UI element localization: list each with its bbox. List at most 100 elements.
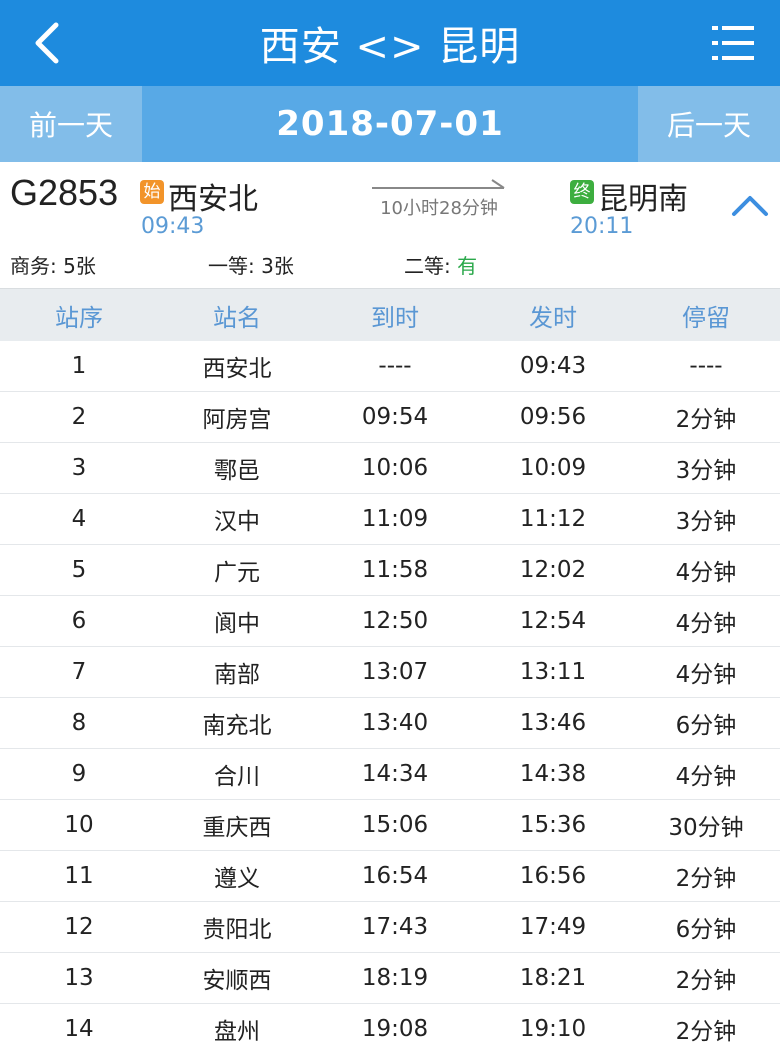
stop-duration: 3分钟 <box>675 458 737 484</box>
stop-duration: 2分钟 <box>675 968 737 994</box>
stop-station: 汉中 <box>214 509 260 535</box>
stop-arrival: 16:54 <box>361 863 429 889</box>
stop-seq: 1 <box>71 353 87 379</box>
stop-duration: 30分钟 <box>668 815 744 841</box>
seat-count: 3张 <box>261 254 294 278</box>
column-header-stop: 停留 <box>682 303 730 332</box>
stop-arrival: ---- <box>378 353 412 379</box>
date-bar: 前一天 2018-07-01 后一天 <box>0 86 780 162</box>
train-summary: G2853 始 西安北 09:43 10小时28分钟 终 昆明南 20:11 商… <box>0 162 780 288</box>
stop-station: 鄠邑 <box>214 458 260 484</box>
train-detail-screen: 西安 <> 昆明 前一天 2018-07-01 后一天 G2853 始 西安北 … <box>0 0 780 1054</box>
stop-duration: 4分钟 <box>675 662 737 688</box>
stop-seq: 7 <box>71 659 87 685</box>
stop-station: 合川 <box>214 764 260 790</box>
stop-station: 遵义 <box>214 866 260 892</box>
table-header: 站序 站名 到时 发时 停留 <box>0 288 780 341</box>
column-header-station: 站名 <box>213 303 261 332</box>
menu-button[interactable] <box>708 16 758 70</box>
seat-label: 商务: <box>10 254 64 278</box>
stop-arrival: 14:34 <box>361 761 429 787</box>
stop-arrival: 10:06 <box>361 455 429 481</box>
table-row: 8 南充北 13:40 13:46 6分钟 <box>0 698 780 749</box>
stop-station: 盘州 <box>214 1019 260 1045</box>
stop-station: 阿房宫 <box>202 407 272 433</box>
stop-departure: 13:46 <box>519 710 587 736</box>
seat-label: 一等: <box>208 254 262 278</box>
table-row: 10 重庆西 15:06 15:36 30分钟 <box>0 800 780 851</box>
stop-departure: 16:56 <box>519 863 587 889</box>
table-row: 6 阆中 12:50 12:54 4分钟 <box>0 596 780 647</box>
stop-arrival: 11:58 <box>361 557 429 583</box>
seat-business: 商务: 5张 <box>10 250 96 279</box>
stop-station: 阆中 <box>214 611 260 637</box>
table-row: 7 南部 13:07 13:11 4分钟 <box>0 647 780 698</box>
stop-seq: 8 <box>71 710 87 736</box>
stop-departure: 09:43 <box>519 353 587 379</box>
table-body: 1 西安北 ---- 09:43 ---- 2 阿房宫 09:54 09:56 2分钟 3 鄠邑 10:… <box>0 341 780 1054</box>
seat-count: 5张 <box>63 254 96 278</box>
stop-duration: ---- <box>689 353 723 379</box>
seat-label: 二等: <box>404 254 458 278</box>
seat-first-class: 一等: 3张 <box>208 250 294 279</box>
table-row: 14 盘州 19:08 19:10 2分钟 <box>0 1004 780 1054</box>
stop-arrival: 17:43 <box>361 914 429 940</box>
stop-departure: 11:12 <box>519 506 587 532</box>
table-row: 11 遵义 16:54 16:56 2分钟 <box>0 851 780 902</box>
stop-duration: 6分钟 <box>675 917 737 943</box>
table-row: 5 广元 11:58 12:02 4分钟 <box>0 545 780 596</box>
table-row: 13 安顺西 18:19 18:21 2分钟 <box>0 953 780 1004</box>
page-title: 西安 <> 昆明 <box>259 24 521 70</box>
train-number: G2853 <box>10 172 119 213</box>
stop-duration: 6分钟 <box>675 713 737 739</box>
stop-duration: 4分钟 <box>675 764 737 790</box>
back-button[interactable] <box>22 14 72 72</box>
table-row: 9 合川 14:34 14:38 4分钟 <box>0 749 780 800</box>
stop-seq: 13 <box>64 965 94 991</box>
stop-arrival: 13:40 <box>361 710 429 736</box>
stop-duration: 2分钟 <box>675 407 737 433</box>
stop-seq: 3 <box>71 455 87 481</box>
collapse-button[interactable] <box>730 190 770 220</box>
stop-departure: 15:36 <box>519 812 587 838</box>
end-station-badge: 终 <box>570 180 594 204</box>
seat-second-class: 二等: 有 <box>404 250 477 279</box>
table-row: 2 阿房宫 09:54 09:56 2分钟 <box>0 392 780 443</box>
stop-departure: 13:11 <box>519 659 587 685</box>
stop-departure: 09:56 <box>519 404 587 430</box>
stop-arrival: 12:50 <box>361 608 429 634</box>
stop-arrival: 09:54 <box>361 404 429 430</box>
column-header-arrival: 到时 <box>371 303 419 332</box>
stop-duration: 4分钟 <box>675 560 737 586</box>
stop-duration: 4分钟 <box>675 611 737 637</box>
stop-seq: 2 <box>71 404 87 430</box>
chevron-up-icon <box>732 196 768 216</box>
stop-departure: 17:49 <box>519 914 587 940</box>
stop-station: 重庆西 <box>202 815 272 841</box>
column-header-seq: 站序 <box>55 303 103 332</box>
stop-seq: 14 <box>64 1016 94 1042</box>
arrival-time: 20:11 <box>570 214 634 239</box>
stop-seq: 4 <box>71 506 87 532</box>
table-row: 1 西安北 ---- 09:43 ---- <box>0 341 780 392</box>
stop-duration: 2分钟 <box>675 1019 737 1045</box>
stop-station: 广元 <box>214 560 260 586</box>
stop-seq: 11 <box>64 863 94 889</box>
stop-seq: 10 <box>64 812 94 838</box>
stop-departure: 12:54 <box>519 608 587 634</box>
next-day-button[interactable]: 后一天 <box>638 86 780 162</box>
stop-station: 西安北 <box>202 356 272 382</box>
start-station-badge: 始 <box>140 180 164 204</box>
column-header-departure: 发时 <box>529 303 577 332</box>
chevron-left-icon <box>35 22 59 64</box>
stop-seq: 5 <box>71 557 87 583</box>
stop-departure: 14:38 <box>519 761 587 787</box>
stop-station: 贵阳北 <box>202 917 272 943</box>
list-menu-icon <box>712 26 754 60</box>
stop-station: 南充北 <box>202 713 272 739</box>
stop-arrival: 13:07 <box>361 659 429 685</box>
current-date[interactable]: 2018-07-01 <box>276 104 503 144</box>
stop-seq: 6 <box>71 608 87 634</box>
stop-departure: 12:02 <box>519 557 587 583</box>
previous-day-button[interactable]: 前一天 <box>0 86 142 162</box>
